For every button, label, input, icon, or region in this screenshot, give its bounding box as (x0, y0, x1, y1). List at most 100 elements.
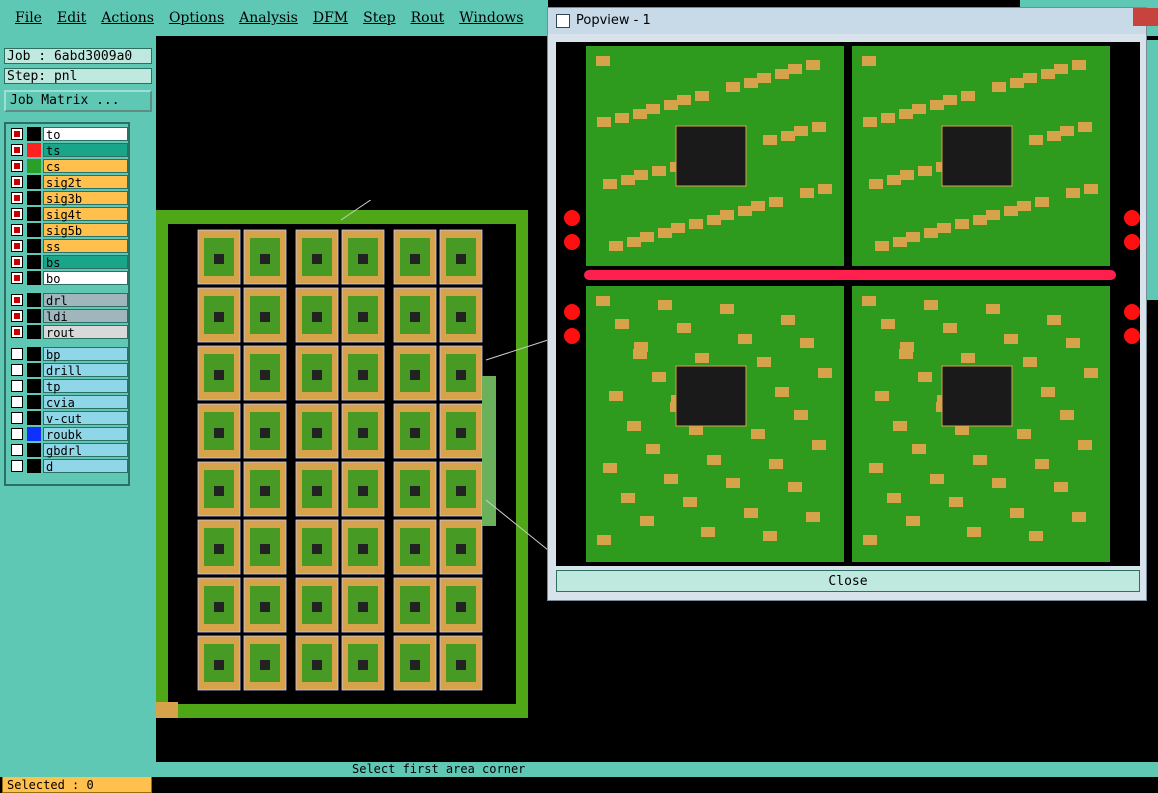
layer-name[interactable]: cvia (43, 394, 128, 410)
menu-analysis[interactable]: Analysis (239, 10, 298, 26)
menu-actions[interactable]: Actions (101, 10, 154, 26)
copper-pad (930, 100, 944, 110)
layer-row[interactable]: rout (8, 324, 128, 340)
layer-name[interactable]: sig5b (43, 222, 128, 238)
layer-name[interactable]: bo (43, 270, 128, 286)
layer-checkbox[interactable] (11, 223, 23, 236)
layer-row[interactable]: v-cut (8, 410, 128, 426)
layer-name[interactable]: ts (43, 142, 128, 158)
layer-name[interactable]: d (43, 458, 128, 474)
layer-color-swatch[interactable] (27, 362, 41, 377)
layer-name[interactable]: tp (43, 378, 128, 394)
layer-color-swatch[interactable] (27, 308, 41, 323)
layer-color-swatch[interactable] (27, 458, 41, 473)
layer-color-swatch[interactable] (27, 158, 41, 173)
close-button[interactable]: Close (556, 570, 1140, 592)
layer-color-swatch[interactable] (27, 324, 41, 339)
popview-canvas[interactable] (556, 42, 1140, 566)
layer-color-swatch[interactable] (27, 190, 41, 205)
layer-row[interactable]: drl (8, 292, 128, 308)
layer-checkbox[interactable] (11, 271, 23, 284)
layer-checkbox[interactable] (11, 395, 23, 408)
layer-color-swatch[interactable] (27, 126, 41, 141)
copper-pad (726, 478, 740, 488)
layer-name[interactable]: bp (43, 346, 128, 362)
layer-row[interactable]: d (8, 458, 128, 474)
layer-row[interactable]: sig3b (8, 190, 128, 206)
layer-checkbox[interactable] (11, 347, 23, 360)
layer-name[interactable]: drl (43, 292, 128, 308)
layer-checkbox[interactable] (11, 309, 23, 322)
layer-row[interactable]: tp (8, 378, 128, 394)
layer-name[interactable]: roubk (43, 426, 128, 442)
layer-checkbox[interactable] (11, 159, 23, 172)
layer-name[interactable]: sig2t (43, 174, 128, 190)
layer-row[interactable]: cvia (8, 394, 128, 410)
layer-row[interactable]: bp (8, 346, 128, 362)
layer-row[interactable]: drill (8, 362, 128, 378)
menu-step[interactable]: Step (363, 10, 395, 26)
layer-checkbox[interactable] (11, 293, 23, 306)
layer-row[interactable]: cs (8, 158, 128, 174)
layer-checkbox[interactable] (11, 363, 23, 376)
layer-row[interactable]: roubk (8, 426, 128, 442)
menu-options[interactable]: Options (169, 10, 224, 26)
layer-color-swatch[interactable] (27, 206, 41, 221)
menu-windows[interactable]: Windows (459, 10, 523, 26)
layer-color-swatch[interactable] (27, 222, 41, 237)
layer-name[interactable]: sig3b (43, 190, 128, 206)
layer-checkbox[interactable] (11, 325, 23, 338)
layer-checkbox[interactable] (11, 459, 23, 472)
layer-color-swatch[interactable] (27, 346, 41, 361)
layer-name[interactable]: to (43, 126, 128, 142)
layer-row[interactable]: gbdrl (8, 442, 128, 458)
layer-checkbox[interactable] (11, 191, 23, 204)
layer-row[interactable]: sig2t (8, 174, 128, 190)
layer-row[interactable]: bs (8, 254, 128, 270)
menu-edit[interactable]: Edit (57, 10, 86, 26)
layer-color-swatch[interactable] (27, 142, 41, 157)
layer-checkbox[interactable] (11, 443, 23, 456)
layer-checkbox[interactable] (11, 127, 23, 140)
layer-checkbox[interactable] (11, 411, 23, 424)
layer-color-swatch[interactable] (27, 394, 41, 409)
layer-checkbox[interactable] (11, 379, 23, 392)
layer-checkbox[interactable] (11, 207, 23, 220)
layer-checkbox[interactable] (11, 239, 23, 252)
layer-color-swatch[interactable] (27, 410, 41, 425)
layer-checkbox[interactable] (11, 175, 23, 188)
layer-row[interactable]: ts (8, 142, 128, 158)
popview-titlebar[interactable]: Popview - 1 (548, 8, 1146, 34)
layer-row[interactable]: ldi (8, 308, 128, 324)
layer-name[interactable]: ldi (43, 308, 128, 324)
layer-color-swatch[interactable] (27, 442, 41, 457)
layer-color-swatch[interactable] (27, 254, 41, 269)
menu-dfm[interactable]: DFM (313, 10, 348, 26)
layer-color-swatch[interactable] (27, 426, 41, 441)
layer-checkbox[interactable] (11, 143, 23, 156)
layer-color-swatch[interactable] (27, 270, 41, 285)
window-close-x-button[interactable] (1133, 8, 1158, 26)
layer-color-swatch[interactable] (27, 292, 41, 307)
layer-color-swatch[interactable] (27, 174, 41, 189)
layer-name[interactable]: bs (43, 254, 128, 270)
layer-row[interactable]: sig5b (8, 222, 128, 238)
layer-row[interactable]: bo (8, 270, 128, 286)
layer-row[interactable]: ss (8, 238, 128, 254)
layer-checkbox[interactable] (11, 255, 23, 268)
menu-file[interactable]: File (15, 10, 42, 26)
layer-name[interactable]: drill (43, 362, 128, 378)
layer-name[interactable]: sig4t (43, 206, 128, 222)
layer-row[interactable]: sig4t (8, 206, 128, 222)
layer-name[interactable]: gbdrl (43, 442, 128, 458)
job-matrix-button[interactable]: Job Matrix ... (4, 90, 152, 112)
layer-name[interactable]: ss (43, 238, 128, 254)
layer-name[interactable]: v-cut (43, 410, 128, 426)
layer-name[interactable]: cs (43, 158, 128, 174)
layer-color-swatch[interactable] (27, 238, 41, 253)
layer-name[interactable]: rout (43, 324, 128, 340)
layer-checkbox[interactable] (11, 427, 23, 440)
menu-rout[interactable]: Rout (411, 10, 445, 26)
layer-color-swatch[interactable] (27, 378, 41, 393)
layer-row[interactable]: to (8, 126, 128, 142)
